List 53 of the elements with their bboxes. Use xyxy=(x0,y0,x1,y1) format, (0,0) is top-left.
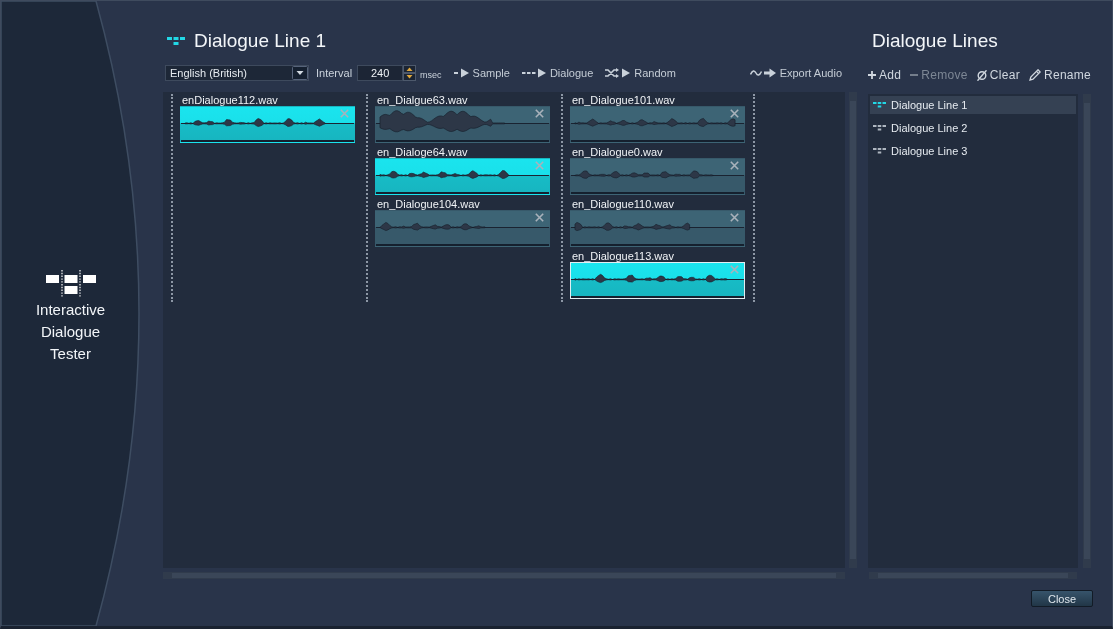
close-icon[interactable] xyxy=(730,213,739,222)
audio-clip[interactable] xyxy=(570,262,745,299)
close-icon[interactable] xyxy=(535,109,544,118)
unit-label: msec xyxy=(420,70,442,81)
dialogue-line-item[interactable]: Dialogue Line 2 xyxy=(870,119,1076,137)
export-button[interactable]: Export Audio xyxy=(749,65,842,81)
audio-clip[interactable] xyxy=(570,106,745,143)
dialogue-line-item[interactable]: Dialogue Line 1 xyxy=(870,96,1076,114)
pencil-icon[interactable] xyxy=(1028,69,1041,81)
plus-icon[interactable] xyxy=(868,71,876,79)
language-dropdown[interactable]: English (British) xyxy=(165,65,309,81)
clip-filename: en_Dialoge64.wav xyxy=(376,146,468,158)
caret-down-icon[interactable] xyxy=(292,66,308,80)
sample-button[interactable]: Sample xyxy=(453,65,510,81)
audio-clip[interactable] xyxy=(180,106,355,143)
blocks-icon xyxy=(873,125,886,131)
dash-play-icon[interactable] xyxy=(453,68,469,78)
interval-label: Interval xyxy=(316,67,353,79)
panel-title: Dialogue Lines xyxy=(872,29,999,53)
slashed-circle-icon[interactable] xyxy=(976,69,987,81)
close-icon[interactable] xyxy=(535,213,544,222)
clip-filename: en_Dialogue113.wav xyxy=(571,250,674,262)
audio-clip[interactable] xyxy=(570,158,745,195)
clip-filename: en_Dialogue110.wav xyxy=(571,198,674,210)
line-title: Dialogue Line 1 xyxy=(194,29,327,53)
add-button[interactable]: Add xyxy=(868,67,902,83)
clear-button[interactable]: Clear xyxy=(976,67,1020,83)
app-title: Interactive Dialogue Tester xyxy=(34,300,107,364)
clip-filename: enDialogue112.wav xyxy=(181,94,278,106)
dashes-play-icon[interactable] xyxy=(521,68,546,78)
audio-clip[interactable] xyxy=(375,158,550,195)
shuffle-play-icon[interactable] xyxy=(605,68,631,78)
dialogue-line-item[interactable]: Dialogue Line 3 xyxy=(870,142,1076,160)
clip-filename: en_Dialogue101.wav xyxy=(571,94,675,106)
rename-button[interactable]: Rename xyxy=(1028,67,1092,83)
spinner-arrows-icon[interactable] xyxy=(403,65,417,81)
close-button[interactable]: Close xyxy=(1031,590,1093,607)
blocks-icon xyxy=(167,36,185,46)
clip-filename: en_Dialogue104.wav xyxy=(376,198,480,210)
audio-clip[interactable] xyxy=(375,210,550,247)
blocks-icon xyxy=(873,102,886,108)
blocks-icon xyxy=(873,148,886,154)
interval-field[interactable]: 240 xyxy=(357,65,404,81)
audio-clip[interactable] xyxy=(570,210,745,247)
close-icon[interactable] xyxy=(730,109,739,118)
clip-filename: en_Dialgue63.wav xyxy=(376,94,468,106)
random-button[interactable]: Random xyxy=(605,65,676,81)
close-icon[interactable] xyxy=(730,161,739,170)
wave-arrow-icon[interactable] xyxy=(749,68,776,78)
clip-filename: en_Dialogue0.wav xyxy=(571,146,663,158)
dialogue-button[interactable]: Dialogue xyxy=(521,65,594,81)
audio-clip[interactable] xyxy=(375,106,550,143)
logo-icon xyxy=(45,270,96,298)
